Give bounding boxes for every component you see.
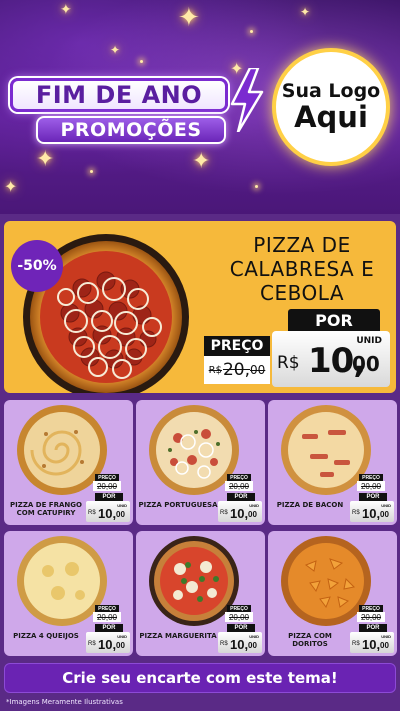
old-price: 20,00: [357, 612, 385, 622]
price-currency: R$: [220, 641, 228, 647]
sparkle-icon: ✦: [178, 2, 200, 32]
por-label: POR: [95, 624, 123, 632]
sparkle-dot: [90, 170, 93, 173]
preco-label: PREÇO: [227, 605, 251, 612]
price-cents: 00: [248, 641, 257, 650]
new-price: UNID R$ 10, 00: [272, 331, 390, 387]
preco-label: PREÇO: [359, 474, 383, 481]
sparkle-icon: ✦: [192, 148, 211, 173]
preco-label: PREÇO: [95, 474, 119, 481]
title-main-box: FIM DE ANO: [10, 78, 228, 112]
price-cents: 00: [248, 510, 257, 519]
product-card: PIZZA COM DORITOS PREÇO 20,00 POR UNID R…: [268, 531, 397, 656]
old-price-int: 20,: [222, 360, 251, 380]
sparkle-icon: ✦: [60, 1, 72, 17]
logo-placeholder: Sua Logo Aqui: [272, 48, 390, 166]
preco-label: PREÇO: [227, 474, 251, 481]
product-name: PIZZA DE FRANGO COM CATUPIRY: [10, 501, 82, 518]
product-name: PIZZA MARGUERITA: [139, 632, 217, 640]
price-cents: 00: [380, 510, 389, 519]
product-name: PIZZA DE BACON: [276, 501, 344, 509]
promo-title: FIM DE ANO PROMOÇÕES: [10, 68, 264, 148]
price-currency: R$: [88, 510, 96, 516]
new-price: UNID R$ 10, 00: [350, 632, 394, 653]
unid-label: UNID: [381, 503, 391, 508]
new-price: UNID R$ 10, 00: [86, 632, 130, 653]
por-label: POR: [95, 493, 123, 501]
old-price: R$ 20, 00: [204, 356, 270, 384]
old-price: 20,00: [93, 481, 121, 491]
price-cents: 00: [116, 510, 125, 519]
featured-name: PIZZA DE CALABRESA E CEBOLA: [229, 233, 375, 305]
new-price: UNID R$ 10, 00: [86, 501, 130, 522]
product-card: PIZZA MARGUERITA PREÇO 20,00 POR UNID R$…: [136, 531, 265, 656]
title-main-text: FIM DE ANO: [35, 81, 203, 109]
new-price: UNID R$ 10, 00: [218, 501, 262, 522]
disclaimer-text: *Imagens Meramente Ilustrativas: [6, 698, 123, 706]
old-price: 20,00: [225, 481, 253, 491]
new-price: UNID R$ 10, 00: [350, 501, 394, 522]
old-price: 20,00: [225, 612, 253, 622]
sparkle-dot: [250, 30, 253, 33]
product-card: PIZZA DE BACON PREÇO 20,00 POR UNID R$ 1…: [268, 400, 397, 525]
product-name: PIZZA PORTUGUESA: [138, 501, 218, 509]
unid-label: UNID: [249, 634, 259, 639]
sparkle-icon: ✦: [300, 5, 311, 19]
sparkle-icon: ✦: [36, 146, 55, 171]
price-cents: 00: [380, 641, 389, 650]
price-currency: R$: [352, 641, 360, 647]
por-label: POR: [288, 309, 380, 331]
unid-label: UNID: [249, 503, 259, 508]
new-price: UNID R$ 10, 00: [218, 632, 262, 653]
discount-badge: -50%: [11, 240, 63, 292]
title-sub-text: PROMOÇÕES: [60, 119, 202, 141]
product-card: PIZZA PORTUGUESA PREÇO 20,00 POR UNID R$…: [136, 400, 265, 525]
price-int: 10,: [230, 637, 249, 652]
price-currency: R$: [352, 510, 360, 516]
featured-product: -50% PIZZA DE CALABRESA E CEBOLA POR PRE…: [4, 221, 396, 393]
new-price-cents: 00: [352, 352, 380, 376]
product-card: PIZZA DE FRANGO COM CATUPIRY PREÇO 20,00…: [4, 400, 133, 525]
por-label: POR: [227, 493, 255, 501]
sparkle-dot: [255, 185, 258, 188]
header-banner: ✦ ✦ ✦ ✦ ✦ ✦ ✦ ✦ FIM DE ANO PROMOÇÕES Sua…: [0, 0, 400, 214]
old-price: 20,00: [357, 481, 385, 491]
lightning-bolt-icon: [230, 68, 264, 132]
preco-label: PREÇO: [204, 336, 270, 356]
flyer-page: ✦ ✦ ✦ ✦ ✦ ✦ ✦ ✦ FIM DE ANO PROMOÇÕES Sua…: [0, 0, 400, 711]
por-label: POR: [227, 624, 255, 632]
preco-label: PREÇO: [359, 605, 383, 612]
price-int: 10,: [230, 506, 249, 521]
por-label: POR: [359, 493, 387, 501]
old-price-cents: 00: [250, 363, 266, 377]
price-int: 10,: [362, 637, 381, 652]
old-price: 20,00: [93, 612, 121, 622]
preco-label: PREÇO: [95, 605, 119, 612]
sparkle-icon: ✦: [110, 43, 121, 57]
price-cents: 00: [116, 641, 125, 650]
price-int: 10,: [362, 506, 381, 521]
sparkle-dot: [140, 60, 143, 63]
logo-line2: Aqui: [294, 100, 368, 135]
sparkle-icon: ✦: [4, 179, 18, 196]
unid-label: UNID: [117, 503, 127, 508]
unid-label: UNID: [381, 634, 391, 639]
product-name: PIZZA COM DORITOS: [288, 632, 332, 649]
price-int: 10,: [98, 637, 117, 652]
create-flyer-button[interactable]: Crie seu encarte com este tema!: [4, 663, 396, 693]
title-sub-box: PROMOÇÕES: [36, 116, 226, 144]
por-label: POR: [359, 624, 387, 632]
product-name: PIZZA 4 QUEIJOS: [13, 632, 79, 640]
price-currency: R$: [88, 641, 96, 647]
product-card: PIZZA 4 QUEIJOS PREÇO 20,00 POR UNID R$ …: [4, 531, 133, 656]
unid-label: UNID: [117, 634, 127, 639]
logo-line1: Sua Logo: [281, 79, 381, 102]
price-int: 10,: [98, 506, 117, 521]
old-price-currency: R$: [208, 364, 222, 376]
new-price-currency: R$: [277, 353, 300, 373]
price-currency: R$: [220, 510, 228, 516]
